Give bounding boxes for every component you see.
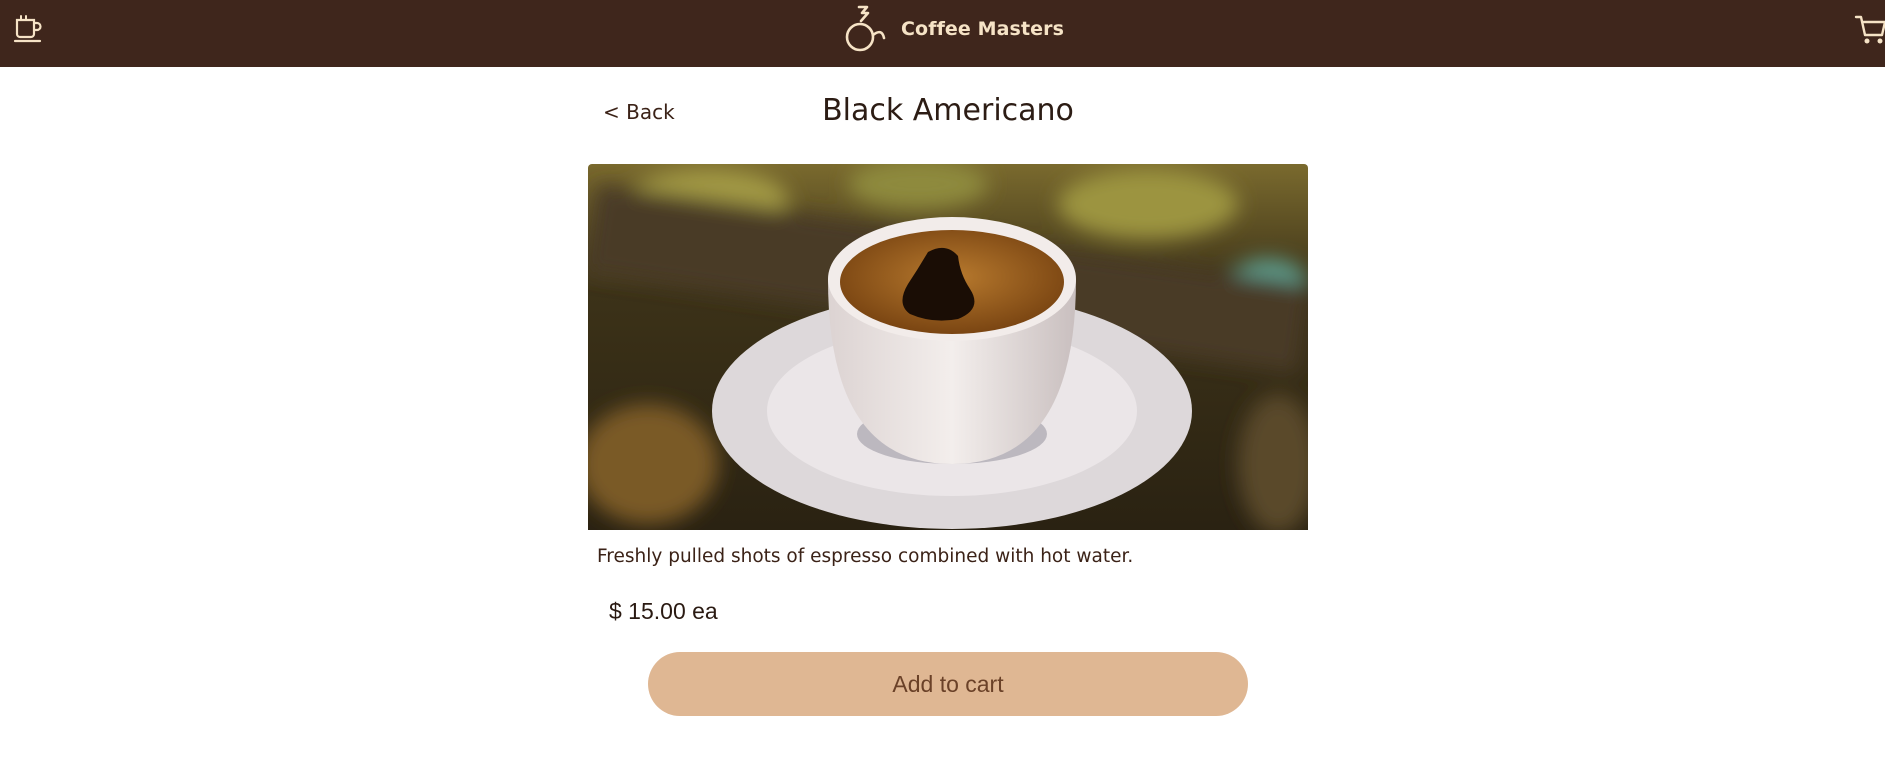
coffee-cup-icon[interactable] [12,13,44,45]
brand[interactable]: Coffee Masters [840,4,1064,54]
product-price: $ 15.00 ea [609,598,718,624]
add-to-cart-button[interactable]: Add to cart [648,652,1248,716]
top-navigation-bar: Coffee Masters [0,0,1885,67]
shopping-cart-icon[interactable] [1854,12,1885,46]
brand-title: Coffee Masters [901,18,1065,40]
coffee-cup-photo [588,164,1308,530]
product-description: Freshly pulled shots of espresso combine… [597,546,1134,567]
page-title: Black Americano [822,93,1074,128]
coffee-masters-logo-icon [845,5,886,52]
product-image [588,164,1308,530]
